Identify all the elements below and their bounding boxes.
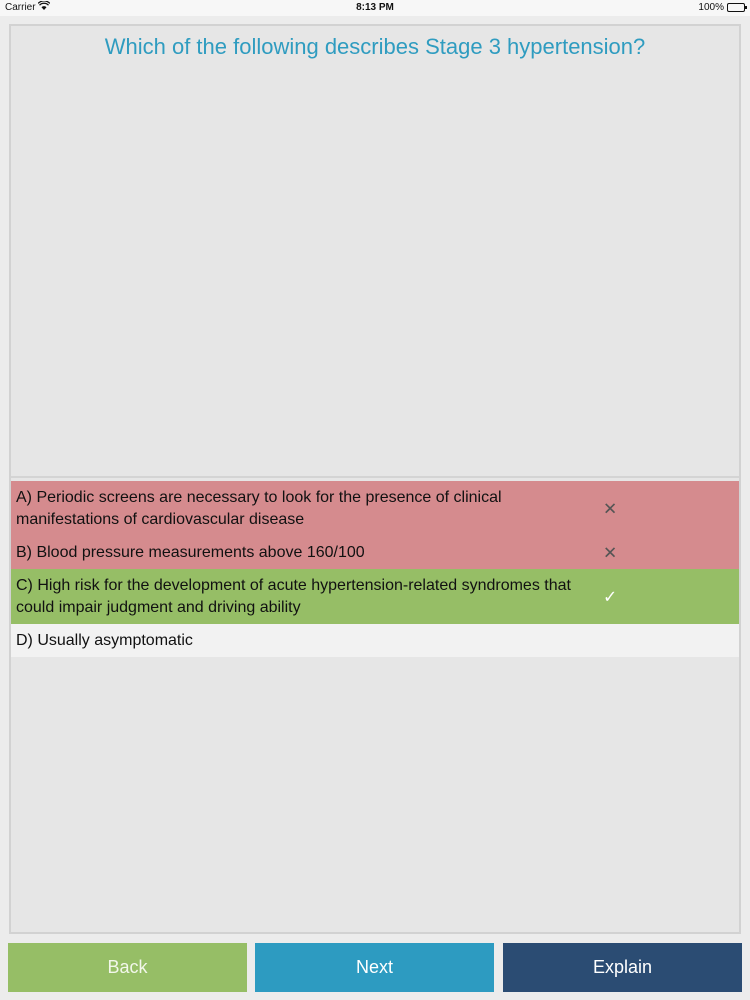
cross-icon: ✕ bbox=[603, 543, 618, 562]
answer-list: A) Periodic screens are necessary to loo… bbox=[11, 481, 739, 657]
answer-label: C) High risk for the development of acut… bbox=[16, 577, 571, 616]
answer-option-d[interactable]: D) Usually asymptomatic bbox=[11, 624, 739, 657]
answer-label: D) Usually asymptomatic bbox=[16, 632, 193, 649]
battery-icon bbox=[727, 3, 747, 12]
cross-icon: ✕ bbox=[603, 499, 618, 518]
next-button[interactable]: Next bbox=[255, 943, 494, 992]
back-button[interactable]: Back bbox=[8, 943, 247, 992]
clock: 8:13 PM bbox=[356, 2, 394, 13]
checkmark-icon: ✓ bbox=[603, 587, 618, 606]
explain-button[interactable]: Explain bbox=[503, 943, 742, 992]
answer-option-a[interactable]: A) Periodic screens are necessary to loo… bbox=[11, 481, 739, 536]
question-area: Which of the following describes Stage 3… bbox=[11, 26, 739, 478]
answer-option-c[interactable]: C) High risk for the development of acut… bbox=[11, 569, 739, 624]
question-text: Which of the following describes Stage 3… bbox=[104, 34, 646, 59]
quiz-frame: Which of the following describes Stage 3… bbox=[9, 24, 741, 934]
answer-label: B) Blood pressure measurements above 160… bbox=[16, 544, 365, 561]
answer-option-b[interactable]: B) Blood pressure measurements above 160… bbox=[11, 536, 739, 569]
answer-label: A) Periodic screens are necessary to loo… bbox=[16, 489, 502, 528]
status-bar: Carrier 8:13 PM 100% bbox=[0, 0, 750, 16]
battery-percent: 100% bbox=[698, 2, 724, 13]
